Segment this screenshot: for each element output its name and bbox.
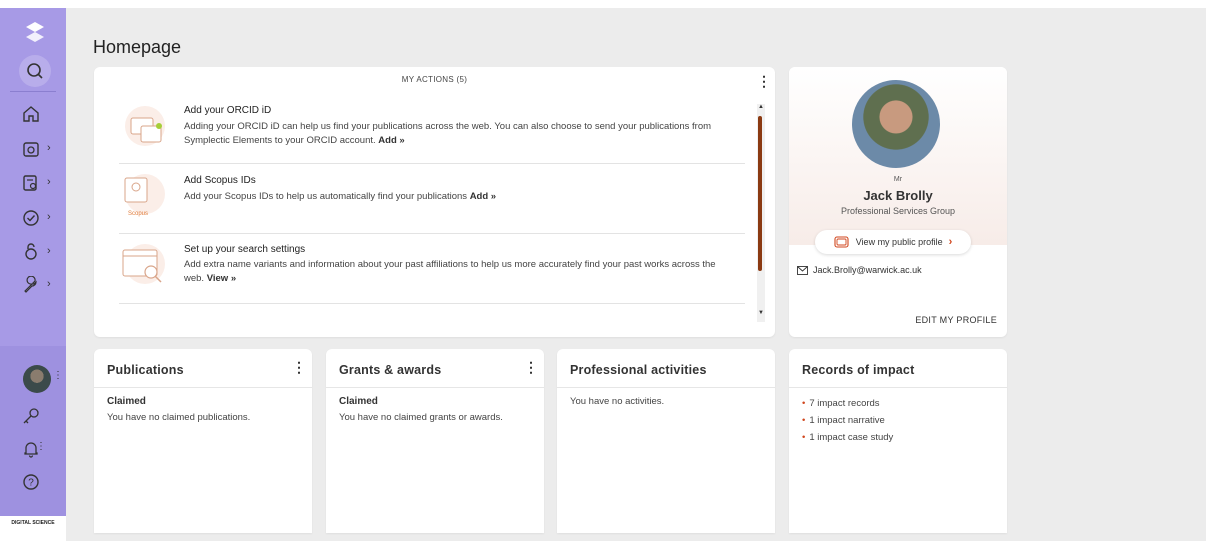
action-description: Add your Scopus IDs to help us automatic… bbox=[184, 191, 497, 202]
action-title: Set up your search settings bbox=[184, 244, 306, 255]
search-settings-illustration-icon bbox=[119, 240, 171, 284]
scopus-label: Scopus bbox=[128, 211, 148, 217]
scroll-up-icon[interactable]: ▲ bbox=[757, 104, 765, 110]
sidebar-item-approvals[interactable]: › bbox=[22, 204, 62, 232]
chevron-right-icon: › bbox=[948, 236, 953, 248]
sidebar: › › › › › ⋮ ⋮ ? DIGITAL SCIENCE bbox=[0, 8, 66, 541]
sidebar-item-publications[interactable]: › bbox=[22, 135, 62, 163]
check-circle-icon bbox=[23, 210, 39, 226]
top-strip bbox=[0, 0, 1206, 8]
scopus-illustration-icon: Scopus bbox=[119, 170, 171, 217]
list-item[interactable]: • 1 impact narrative bbox=[802, 412, 893, 429]
digital-science-logo: DIGITAL SCIENCE bbox=[0, 516, 66, 541]
action-title: Add your ORCID iD bbox=[184, 105, 272, 116]
view-search-settings-link[interactable]: View » bbox=[207, 273, 236, 284]
my-actions-card: MY ACTIONS (5) ⋮ Add your ORCID iD Addin… bbox=[94, 67, 775, 337]
action-item-orcid: Add your ORCID iD Adding your ORCID iD c… bbox=[119, 96, 745, 164]
card-title: Professional activities bbox=[570, 363, 707, 377]
public-profile-icon bbox=[834, 236, 849, 248]
orcid-illustration-icon bbox=[119, 102, 171, 146]
grants-menu-icon[interactable]: ⋮ bbox=[524, 359, 538, 376]
svg-text:?: ? bbox=[28, 478, 34, 489]
action-description: Add extra name variants and information … bbox=[184, 259, 716, 284]
card-text: You have no activities. bbox=[570, 396, 665, 407]
card-subtitle: Claimed bbox=[107, 396, 146, 407]
sidebar-divider bbox=[10, 91, 56, 92]
avatar-menu-icon[interactable]: ⋮ bbox=[53, 370, 63, 381]
sidebar-item-notifications[interactable]: ⋮ bbox=[22, 435, 62, 463]
chevron-right-icon: › bbox=[47, 176, 51, 188]
sidebar-item-search[interactable]: › bbox=[22, 169, 62, 197]
scroll-down-icon[interactable]: ▼ bbox=[757, 310, 765, 316]
scroll-thumb[interactable] bbox=[758, 116, 762, 271]
notifications-menu-icon[interactable]: ⋮ bbox=[36, 441, 46, 452]
view-public-profile-label: View my public profile bbox=[855, 237, 943, 247]
actions-heading: MY ACTIONS (5) bbox=[401, 75, 468, 84]
action-item-search-settings: Set up your search settings Add extra na… bbox=[119, 234, 745, 304]
sidebar-item-tools[interactable]: › bbox=[22, 271, 62, 299]
edit-profile-link[interactable]: EDIT MY PROFILE bbox=[915, 315, 997, 325]
sidebar-item-key[interactable] bbox=[22, 402, 62, 430]
search-button[interactable] bbox=[19, 55, 51, 87]
card-text: You have no claimed publications. bbox=[107, 412, 251, 423]
user-avatar[interactable] bbox=[23, 365, 51, 393]
grants-card: Grants & awards ⋮ Claimed You have no cl… bbox=[326, 349, 544, 533]
page-title: Homepage bbox=[93, 37, 182, 57]
action-title: Add Scopus IDs bbox=[184, 175, 256, 186]
view-public-profile-button[interactable]: View my public profile › bbox=[815, 230, 971, 254]
profile-card: Mr Jack Brolly Professional Services Gro… bbox=[789, 67, 1007, 337]
search-icon bbox=[27, 63, 43, 79]
card-text: You have no claimed grants or awards. bbox=[339, 412, 503, 423]
actions-menu-icon[interactable]: ⋮ bbox=[757, 73, 771, 90]
profile-group: Professional Services Group bbox=[840, 206, 956, 216]
chevron-right-icon: › bbox=[47, 278, 51, 290]
list-item[interactable]: • 7 impact records bbox=[802, 395, 893, 412]
profile-name: Jack Brolly bbox=[863, 188, 933, 203]
publication-search-icon bbox=[23, 142, 39, 157]
chevron-right-icon: › bbox=[47, 245, 51, 257]
impact-card: Records of impact • 7 impact records • 1 i… bbox=[789, 349, 1007, 533]
card-title: Publications bbox=[107, 363, 184, 377]
sidebar-item-open-access[interactable]: › bbox=[22, 238, 62, 266]
add-scopus-link[interactable]: Add » bbox=[470, 191, 496, 202]
publications-menu-icon[interactable]: ⋮ bbox=[292, 359, 306, 376]
add-orcid-link[interactable]: Add » bbox=[378, 135, 404, 146]
activities-card: Professional activities You have no acti… bbox=[557, 349, 775, 533]
action-item-scopus: Scopus Add Scopus IDs Add your Scopus ID… bbox=[119, 164, 745, 234]
action-description: Adding your ORCID iD can help us find yo… bbox=[184, 121, 712, 146]
open-access-icon bbox=[25, 243, 37, 260]
app-logo-icon[interactable] bbox=[23, 20, 47, 44]
wrench-icon bbox=[24, 276, 37, 293]
chevron-right-icon: › bbox=[47, 211, 51, 223]
sidebar-item-home[interactable] bbox=[22, 100, 62, 128]
home-icon bbox=[23, 106, 39, 122]
chevron-right-icon: › bbox=[47, 142, 51, 154]
card-title: Grants & awards bbox=[339, 363, 442, 377]
list-item[interactable]: • 1 impact case study bbox=[802, 429, 893, 446]
card-subtitle: Claimed bbox=[339, 396, 378, 407]
publications-card: Publications ⋮ Claimed You have no claim… bbox=[94, 349, 312, 533]
sidebar-item-help[interactable]: ? bbox=[22, 468, 62, 496]
profile-photo bbox=[852, 80, 940, 168]
help-icon: ? bbox=[23, 474, 39, 490]
profile-email[interactable]: Jack.Brolly@warwick.ac.uk bbox=[797, 265, 922, 275]
document-search-icon bbox=[23, 175, 37, 191]
key-icon bbox=[23, 408, 39, 424]
actions-scrollbar[interactable]: ▲ ▼ bbox=[757, 104, 765, 322]
card-title: Records of impact bbox=[802, 363, 915, 377]
mail-icon bbox=[797, 265, 808, 275]
impact-list: • 7 impact records • 1 impact narrative • 1… bbox=[802, 395, 893, 446]
profile-honorific: Mr bbox=[893, 176, 903, 183]
